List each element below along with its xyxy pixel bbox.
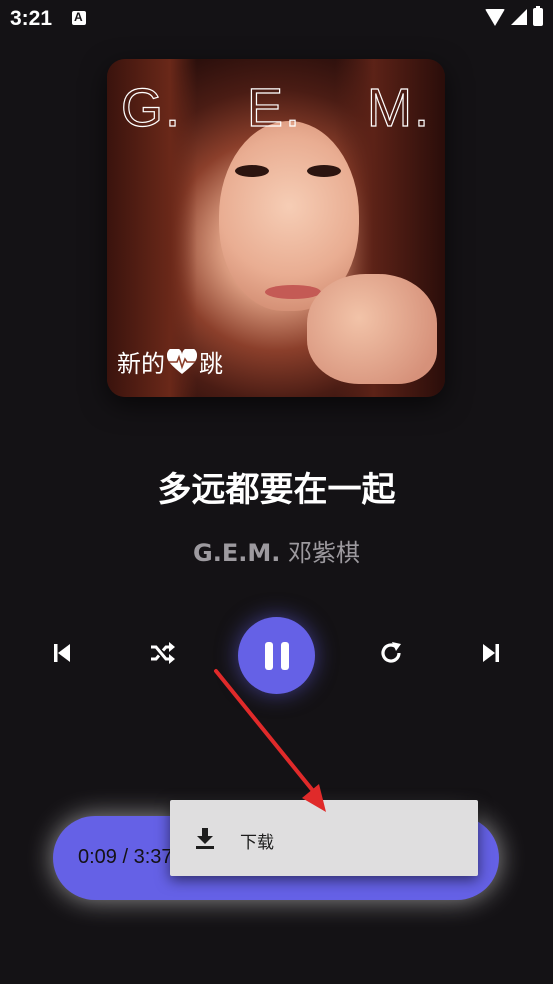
repeat-button[interactable] [371, 633, 411, 673]
album-cover: G. E. M. 新的 跳 [107, 59, 445, 397]
playback-controls [0, 615, 553, 695]
album-eye-right [307, 165, 341, 177]
context-menu: 下载 [170, 800, 478, 876]
album-logo: G. E. M. [120, 77, 431, 139]
previous-track-button[interactable] [42, 633, 82, 673]
album-logo-letter: E. [246, 77, 303, 138]
menu-item-download[interactable]: 下载 [170, 800, 478, 876]
album-eye-left [235, 165, 269, 177]
skip-next-icon [483, 644, 499, 662]
artist-name-zh: 邓紫棋 [287, 539, 360, 567]
next-track-button[interactable] [471, 633, 511, 673]
pause-icon [264, 641, 273, 670]
heartbeat-heart-icon [166, 346, 198, 375]
song-title: 多远都要在一起 [157, 470, 396, 510]
album-logo-letter: G. [120, 77, 183, 138]
wifi-icon [485, 8, 505, 26]
album-lips [265, 285, 321, 299]
repeat-icon [381, 642, 401, 663]
battery-icon [533, 6, 543, 26]
status-icons [485, 6, 543, 26]
artist-name-en: G.E.M. [193, 539, 281, 567]
download-icon [196, 828, 214, 849]
shuffle-icon [151, 642, 175, 664]
notification-app-icon [72, 10, 86, 25]
status-bar: 3:21 [0, 0, 553, 38]
menu-item-label: 下载 [240, 833, 274, 853]
skip-previous-icon [54, 644, 70, 662]
album-subtitle-left: 新的 [117, 350, 165, 378]
playback-time: 0:09 / 3:37 [78, 846, 173, 868]
pause-button[interactable] [238, 617, 315, 694]
album-subtitle-right: 跳 [199, 350, 223, 378]
album-hand [307, 274, 437, 384]
signal-icon [511, 9, 527, 25]
song-artist: G.E.M. 邓紫棋 [0, 533, 553, 568]
album-subtitle: 新的 跳 [117, 344, 223, 379]
shuffle-button[interactable] [142, 633, 182, 673]
album-logo-letter: M. [366, 77, 431, 138]
status-time: 3:21 [10, 7, 53, 30]
